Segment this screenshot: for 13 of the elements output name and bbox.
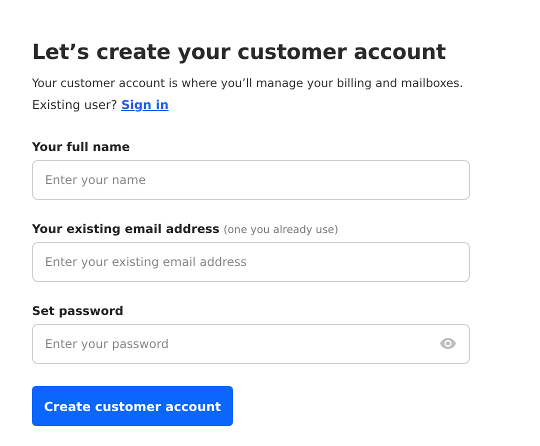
sign-in-link[interactable]: Sign in	[121, 94, 169, 116]
name-field[interactable]: Enter your name	[32, 160, 470, 200]
field-hint: (one you already use)	[224, 224, 338, 236]
intro-text: Your customer account is where you’ll manage your billing and mailboxes.	[32, 75, 464, 92]
email-field[interactable]: Enter your existing email address	[32, 242, 470, 282]
existing-user-text: Existing user?	[32, 97, 118, 114]
page-title: Let’s create your customer account	[32, 40, 447, 64]
field-label: Your full name	[32, 140, 130, 154]
create-account-button[interactable]: Create customer account	[32, 386, 234, 426]
password-field[interactable]: Enter your password	[32, 324, 470, 364]
field-label: Set password	[32, 304, 124, 318]
eye-icon[interactable]	[440, 338, 456, 349]
field-label: Your existing email address	[32, 222, 220, 236]
